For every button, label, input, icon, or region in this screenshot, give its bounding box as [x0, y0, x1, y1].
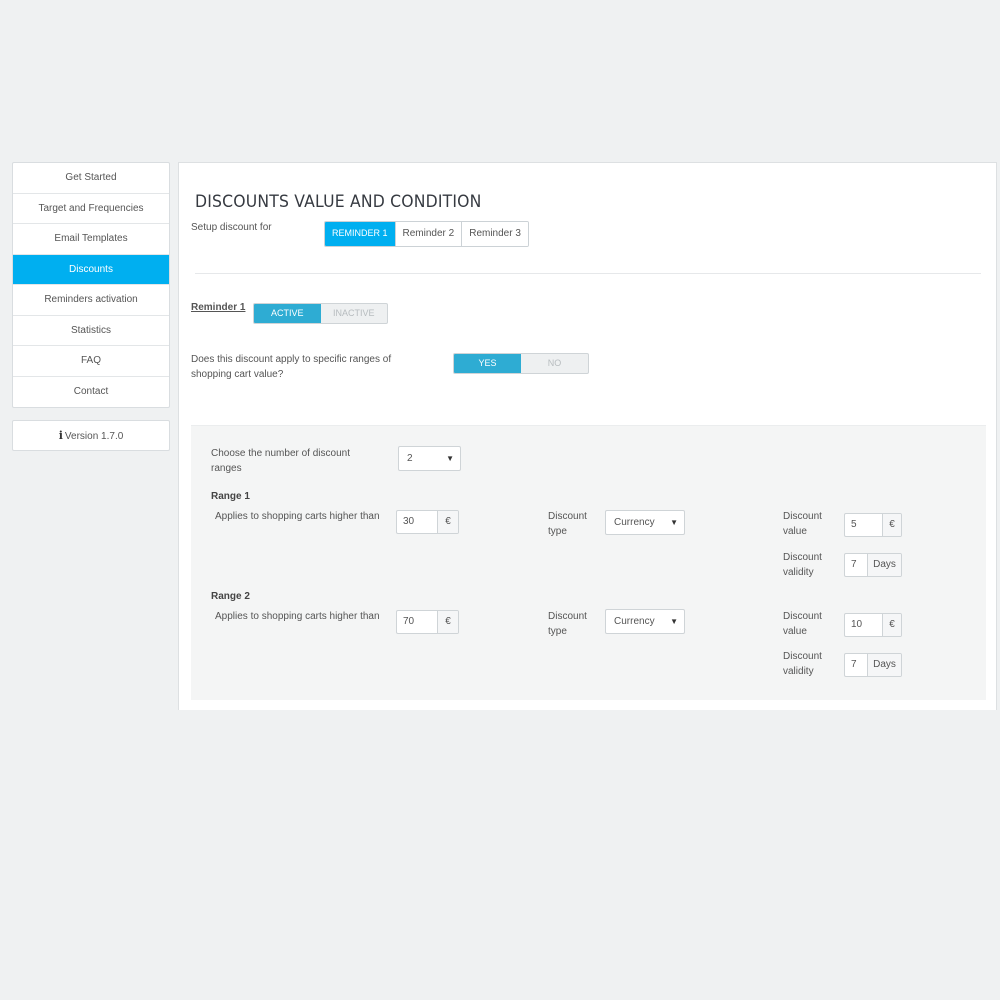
- sidebar-item-target-and-frequencies[interactable]: Target and Frequencies: [13, 194, 169, 224]
- range-1-value-unit: €: [882, 514, 901, 536]
- info-icon: i: [58, 429, 63, 442]
- range-2-value-unit: €: [882, 614, 901, 636]
- range-1-title: Range 1: [211, 491, 250, 502]
- range-2-validity-label: Discount validity: [783, 651, 822, 677]
- range-1-validity-value[interactable]: 7: [845, 554, 867, 576]
- range-2-value-input[interactable]: 10 €: [844, 613, 902, 637]
- range-1-validity-label: Discount validity: [783, 552, 822, 578]
- range-2-value-label: Discount value: [783, 611, 822, 637]
- sidebar-item-email-templates[interactable]: Email Templates: [13, 224, 169, 255]
- inactive-option[interactable]: INACTIVE: [321, 304, 388, 323]
- range-1-value-input[interactable]: 5 €: [844, 513, 902, 537]
- range-2-validity-value[interactable]: 7: [845, 654, 867, 676]
- range-2-threshold-value[interactable]: 70: [397, 611, 437, 633]
- range-1-threshold-input[interactable]: 30 €: [396, 510, 459, 534]
- caret-down-icon: ▼: [670, 617, 678, 626]
- sidebar-item-get-started[interactable]: Get Started: [13, 163, 169, 194]
- discounts-panel: DISCOUNTS VALUE AND CONDITION Setup disc…: [178, 162, 997, 710]
- sidebar-item-faq[interactable]: FAQ: [13, 346, 169, 377]
- range-count-label: Choose the number of discount ranges: [211, 448, 350, 474]
- range-1-threshold-unit: €: [437, 511, 458, 533]
- range-2-type-label: Discount type: [548, 611, 587, 637]
- range-2-threshold-unit: €: [437, 611, 458, 633]
- caret-down-icon: ▼: [446, 454, 454, 463]
- range-1-threshold-value[interactable]: 30: [397, 511, 437, 533]
- setup-discount-label: Setup discount for: [191, 222, 272, 233]
- range-1-type-select[interactable]: Currency ▼: [605, 510, 685, 535]
- range-1-applies-label: Applies to shopping carts higher than: [215, 511, 380, 522]
- tab-reminder-1[interactable]: REMINDER 1: [325, 222, 396, 246]
- section-divider: [195, 273, 981, 274]
- range-2-type-value: Currency: [614, 616, 655, 627]
- range-1-validity-input[interactable]: 7 Days: [844, 553, 902, 577]
- sidebar-item-statistics[interactable]: Statistics: [13, 316, 169, 346]
- discount-ranges-box: Choose the number of discount ranges 2 ▼…: [191, 425, 986, 700]
- ranges-toggle[interactable]: YES NO: [453, 353, 589, 374]
- ranges-question: Does this discount apply to specific ran…: [191, 354, 392, 380]
- range-1-type-label: Discount type: [548, 511, 587, 537]
- sidebar-item-discounts[interactable]: Discounts: [13, 254, 169, 285]
- range-1-validity-unit: Days: [867, 554, 901, 576]
- range-count-value: 2: [407, 453, 413, 464]
- sidebar-item-contact[interactable]: Contact: [13, 377, 169, 408]
- version-label: Version 1.7.0: [64, 431, 124, 442]
- sidebar-item-reminders-activation[interactable]: Reminders activation: [13, 285, 169, 316]
- range-2-validity-input[interactable]: 7 Days: [844, 653, 902, 677]
- range-1-value-label: Discount value: [783, 511, 822, 537]
- range-2-discount-value[interactable]: 10: [845, 614, 882, 636]
- range-2-applies-label: Applies to shopping carts higher than: [215, 611, 380, 622]
- tab-reminder-3[interactable]: Reminder 3: [462, 222, 528, 246]
- range-1-type-value: Currency: [614, 517, 655, 528]
- range-2-threshold-input[interactable]: 70 €: [396, 610, 459, 634]
- active-toggle[interactable]: ACTIVE INACTIVE: [253, 303, 388, 324]
- tab-reminder-2[interactable]: Reminder 2: [395, 222, 463, 246]
- caret-down-icon: ▼: [670, 518, 678, 527]
- reminder-label: Reminder 1: [191, 302, 246, 313]
- active-option[interactable]: ACTIVE: [254, 304, 321, 323]
- reminder-tabs: REMINDER 1 Reminder 2 Reminder 3: [324, 221, 529, 247]
- no-option[interactable]: NO: [521, 354, 588, 373]
- range-count-select[interactable]: 2 ▼: [398, 446, 461, 471]
- page-title: DISCOUNTS VALUE AND CONDITION: [195, 192, 482, 212]
- range-2-type-select[interactable]: Currency ▼: [605, 609, 685, 634]
- range-1-discount-value[interactable]: 5: [845, 514, 882, 536]
- sidebar-nav: Get Started Target and Frequencies Email…: [12, 162, 170, 408]
- range-2-title: Range 2: [211, 591, 250, 602]
- version-box: i Version 1.7.0: [12, 420, 170, 451]
- range-2-validity-unit: Days: [867, 654, 901, 676]
- yes-option[interactable]: YES: [454, 354, 521, 373]
